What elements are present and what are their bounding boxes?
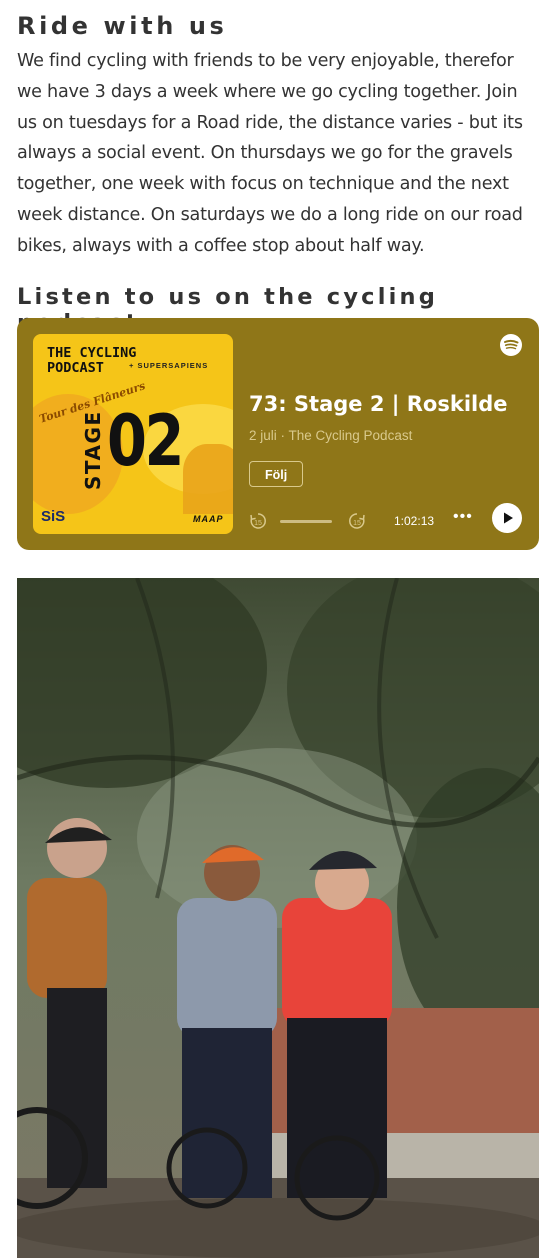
page: Ride with us We find cycling with friend… — [0, 0, 557, 1258]
ride-heading: Ride with us — [17, 12, 228, 40]
cover-stage-word: STAGE — [81, 410, 105, 490]
podcast-cover-art[interactable]: THE CYCLING PODCAST + SUPERSAPIENS Tour … — [33, 334, 233, 534]
follow-button[interactable]: Följ — [249, 461, 304, 487]
progress-bar[interactable] — [280, 520, 332, 523]
svg-text:15: 15 — [254, 520, 262, 527]
skip-back-15-icon[interactable]: 15 — [248, 511, 268, 536]
play-button[interactable] — [492, 503, 522, 533]
group-cycling-photo — [17, 578, 539, 1258]
ride-description: We find cycling with friends to be very … — [17, 51, 523, 256]
play-icon — [504, 512, 513, 524]
spotify-embed-player[interactable]: THE CYCLING PODCAST + SUPERSAPIENS Tour … — [17, 318, 539, 550]
spotify-logo-icon[interactable] — [500, 334, 522, 356]
cover-sponsor-right: MAAP — [193, 514, 224, 524]
episode-meta[interactable]: 2 juli · The Cycling Podcast — [249, 428, 412, 443]
cover-partner: + SUPERSAPIENS — [129, 361, 209, 370]
cover-sponsor-left: SiS — [41, 508, 66, 525]
cover-title: THE CYCLING PODCAST — [47, 345, 137, 376]
svg-text:15: 15 — [353, 520, 361, 527]
episode-title[interactable]: 73: Stage 2 | Roskilde — [249, 392, 508, 416]
cover-stage-number: 02 — [107, 400, 184, 482]
more-options-icon[interactable]: ••• — [453, 508, 473, 526]
skip-forward-15-icon[interactable]: 15 — [347, 511, 367, 536]
episode-duration: 1:02:13 — [394, 514, 435, 528]
